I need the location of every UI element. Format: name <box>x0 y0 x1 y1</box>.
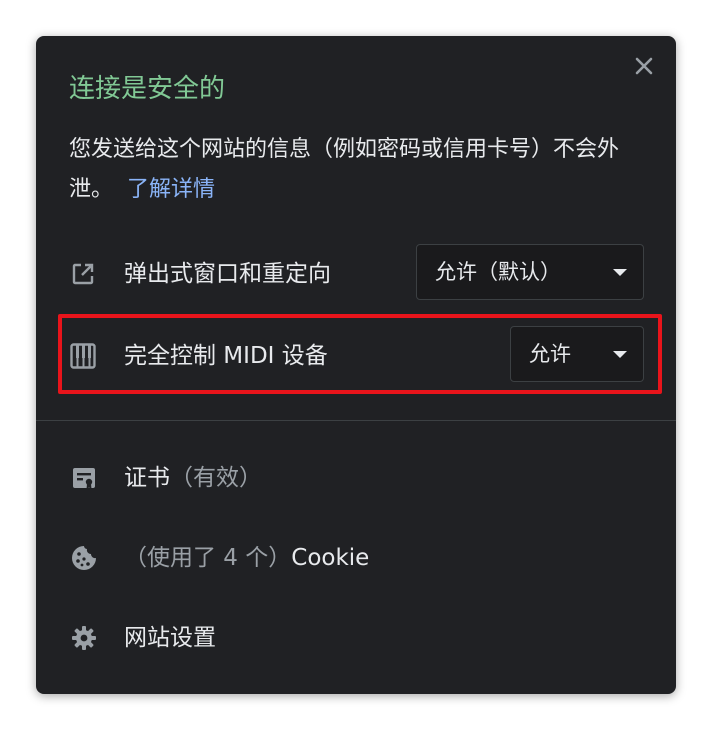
chevron-down-icon <box>613 269 627 276</box>
site-info-popup: 连接是安全的 您发送给这个网站的信息（例如密码或信用卡号）不会外泄。 了解详情 弹… <box>36 36 676 694</box>
select-value: 允许（默认） <box>435 260 561 284</box>
certificate-icon <box>70 464 98 492</box>
gear-icon <box>70 624 98 652</box>
certificate-label: 证书（有效） <box>124 462 262 494</box>
cookies-count: （使用了 4 个） <box>124 545 292 571</box>
cookies-item[interactable]: （使用了 4 个）Cookie <box>36 530 676 586</box>
close-icon[interactable] <box>632 54 656 78</box>
highlight-box <box>58 314 662 394</box>
learn-more-link[interactable]: 了解详情 <box>127 177 215 202</box>
cookie-icon <box>70 544 98 572</box>
certificate-text: 证书 <box>124 465 170 491</box>
permission-row-popups: 弹出式窗口和重定向 允许（默认） <box>36 244 676 304</box>
security-description: 您发送给这个网站的信息（例如密码或信用卡号）不会外泄。 了解详情 <box>69 130 659 210</box>
certificate-status: （有效） <box>170 465 262 491</box>
connection-secure-title: 连接是安全的 <box>69 74 226 104</box>
site-settings-label: 网站设置 <box>124 625 216 651</box>
cookies-label: （使用了 4 个）Cookie <box>124 542 369 574</box>
site-settings-item[interactable]: 网站设置 <box>36 610 676 666</box>
cookies-text: Cookie <box>291 545 370 571</box>
certificate-item[interactable]: 证书（有效） <box>36 450 676 506</box>
section-divider <box>36 420 676 421</box>
external-link-icon <box>70 261 96 287</box>
permission-label: 弹出式窗口和重定向 <box>124 261 331 287</box>
popups-permission-select[interactable]: 允许（默认） <box>416 244 644 300</box>
